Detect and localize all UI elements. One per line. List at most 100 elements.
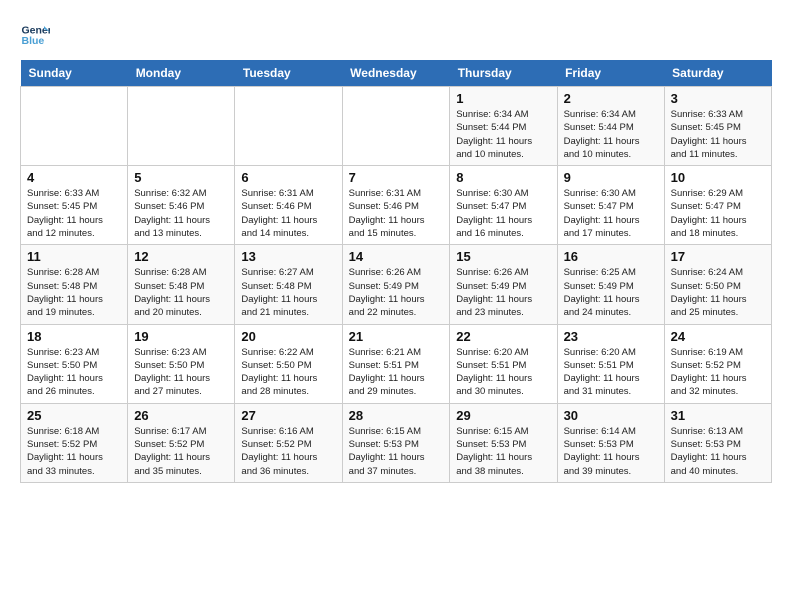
day-info: Sunrise: 6:18 AM Sunset: 5:52 PM Dayligh… bbox=[27, 425, 121, 478]
calendar-table: SundayMondayTuesdayWednesdayThursdayFrid… bbox=[20, 60, 772, 483]
day-info: Sunrise: 6:16 AM Sunset: 5:52 PM Dayligh… bbox=[241, 425, 335, 478]
day-cell: 24 Sunrise: 6:19 AM Sunset: 5:52 PM Dayli… bbox=[664, 324, 771, 403]
day-number: 16 bbox=[564, 249, 658, 264]
day-info: Sunrise: 6:29 AM Sunset: 5:47 PM Dayligh… bbox=[671, 187, 765, 240]
day-number: 26 bbox=[134, 408, 228, 423]
day-cell bbox=[21, 87, 128, 166]
day-number: 10 bbox=[671, 170, 765, 185]
day-info: Sunrise: 6:20 AM Sunset: 5:51 PM Dayligh… bbox=[564, 346, 658, 399]
day-info: Sunrise: 6:30 AM Sunset: 5:47 PM Dayligh… bbox=[564, 187, 658, 240]
day-info: Sunrise: 6:28 AM Sunset: 5:48 PM Dayligh… bbox=[27, 266, 121, 319]
day-info: Sunrise: 6:21 AM Sunset: 5:51 PM Dayligh… bbox=[349, 346, 444, 399]
header-saturday: Saturday bbox=[664, 60, 771, 87]
day-cell bbox=[128, 87, 235, 166]
day-info: Sunrise: 6:17 AM Sunset: 5:52 PM Dayligh… bbox=[134, 425, 228, 478]
day-cell: 23 Sunrise: 6:20 AM Sunset: 5:51 PM Dayli… bbox=[557, 324, 664, 403]
day-number: 25 bbox=[27, 408, 121, 423]
day-cell: 1Sunrise: 6:34 AM Sunset: 5:44 PM Daylig… bbox=[450, 87, 557, 166]
day-info: Sunrise: 6:14 AM Sunset: 5:53 PM Dayligh… bbox=[564, 425, 658, 478]
day-number: 23 bbox=[564, 329, 658, 344]
day-number: 21 bbox=[349, 329, 444, 344]
day-cell bbox=[235, 87, 342, 166]
week-row-3: 11 Sunrise: 6:28 AM Sunset: 5:48 PM Dayli… bbox=[21, 245, 772, 324]
day-number: 15 bbox=[456, 249, 550, 264]
day-cell: 5Sunrise: 6:32 AM Sunset: 5:46 PM Daylig… bbox=[128, 166, 235, 245]
day-info: Sunrise: 6:28 AM Sunset: 5:48 PM Dayligh… bbox=[134, 266, 228, 319]
day-cell: 22 Sunrise: 6:20 AM Sunset: 5:51 PM Dayli… bbox=[450, 324, 557, 403]
day-info: Sunrise: 6:23 AM Sunset: 5:50 PM Dayligh… bbox=[27, 346, 121, 399]
day-cell: 10 Sunrise: 6:29 AM Sunset: 5:47 PM Dayli… bbox=[664, 166, 771, 245]
day-number: 12 bbox=[134, 249, 228, 264]
day-number: 20 bbox=[241, 329, 335, 344]
svg-text:Blue: Blue bbox=[22, 35, 45, 47]
day-cell: 15 Sunrise: 6:26 AM Sunset: 5:49 PM Dayli… bbox=[450, 245, 557, 324]
day-info: Sunrise: 6:31 AM Sunset: 5:46 PM Dayligh… bbox=[241, 187, 335, 240]
day-number: 30 bbox=[564, 408, 658, 423]
day-info: Sunrise: 6:27 AM Sunset: 5:48 PM Dayligh… bbox=[241, 266, 335, 319]
day-cell: 18Sunrise: 6:23 AM Sunset: 5:50 PM Dayli… bbox=[21, 324, 128, 403]
day-number: 24 bbox=[671, 329, 765, 344]
week-row-1: 1Sunrise: 6:34 AM Sunset: 5:44 PM Daylig… bbox=[21, 87, 772, 166]
day-number: 11 bbox=[27, 249, 121, 264]
day-number: 9 bbox=[564, 170, 658, 185]
day-cell: 29 Sunrise: 6:15 AM Sunset: 5:53 PM Dayli… bbox=[450, 403, 557, 482]
day-info: Sunrise: 6:20 AM Sunset: 5:51 PM Dayligh… bbox=[456, 346, 550, 399]
day-cell bbox=[342, 87, 450, 166]
header-thursday: Thursday bbox=[450, 60, 557, 87]
day-cell: 14 Sunrise: 6:26 AM Sunset: 5:49 PM Dayli… bbox=[342, 245, 450, 324]
day-cell: 6 Sunrise: 6:31 AM Sunset: 5:46 PM Daylig… bbox=[235, 166, 342, 245]
day-cell: 3Sunrise: 6:33 AM Sunset: 5:45 PM Daylig… bbox=[664, 87, 771, 166]
week-row-5: 25 Sunrise: 6:18 AM Sunset: 5:52 PM Dayli… bbox=[21, 403, 772, 482]
day-number: 6 bbox=[241, 170, 335, 185]
week-row-2: 4 Sunrise: 6:33 AM Sunset: 5:45 PM Daylig… bbox=[21, 166, 772, 245]
page-header: General Blue bbox=[20, 20, 772, 50]
day-cell: 20 Sunrise: 6:22 AM Sunset: 5:50 PM Dayli… bbox=[235, 324, 342, 403]
day-number: 1 bbox=[456, 91, 550, 106]
header-wednesday: Wednesday bbox=[342, 60, 450, 87]
day-cell: 28Sunrise: 6:15 AM Sunset: 5:53 PM Dayli… bbox=[342, 403, 450, 482]
day-cell: 16Sunrise: 6:25 AM Sunset: 5:49 PM Dayli… bbox=[557, 245, 664, 324]
week-row-4: 18Sunrise: 6:23 AM Sunset: 5:50 PM Dayli… bbox=[21, 324, 772, 403]
day-number: 17 bbox=[671, 249, 765, 264]
logo-icon: General Blue bbox=[20, 20, 50, 50]
day-number: 3 bbox=[671, 91, 765, 106]
day-cell: 2Sunrise: 6:34 AM Sunset: 5:44 PM Daylig… bbox=[557, 87, 664, 166]
day-number: 22 bbox=[456, 329, 550, 344]
day-info: Sunrise: 6:26 AM Sunset: 5:49 PM Dayligh… bbox=[456, 266, 550, 319]
header-sunday: Sunday bbox=[21, 60, 128, 87]
day-cell: 19Sunrise: 6:23 AM Sunset: 5:50 PM Dayli… bbox=[128, 324, 235, 403]
day-number: 7 bbox=[349, 170, 444, 185]
day-number: 2 bbox=[564, 91, 658, 106]
header-tuesday: Tuesday bbox=[235, 60, 342, 87]
day-cell: 30 Sunrise: 6:14 AM Sunset: 5:53 PM Dayli… bbox=[557, 403, 664, 482]
day-info: Sunrise: 6:19 AM Sunset: 5:52 PM Dayligh… bbox=[671, 346, 765, 399]
day-cell: 31Sunrise: 6:13 AM Sunset: 5:53 PM Dayli… bbox=[664, 403, 771, 482]
day-cell: 11 Sunrise: 6:28 AM Sunset: 5:48 PM Dayli… bbox=[21, 245, 128, 324]
day-number: 29 bbox=[456, 408, 550, 423]
day-info: Sunrise: 6:22 AM Sunset: 5:50 PM Dayligh… bbox=[241, 346, 335, 399]
day-number: 4 bbox=[27, 170, 121, 185]
day-info: Sunrise: 6:33 AM Sunset: 5:45 PM Dayligh… bbox=[27, 187, 121, 240]
day-cell: 9 Sunrise: 6:30 AM Sunset: 5:47 PM Daylig… bbox=[557, 166, 664, 245]
day-cell: 27 Sunrise: 6:16 AM Sunset: 5:52 PM Dayli… bbox=[235, 403, 342, 482]
day-cell: 13 Sunrise: 6:27 AM Sunset: 5:48 PM Dayli… bbox=[235, 245, 342, 324]
day-number: 8 bbox=[456, 170, 550, 185]
day-number: 13 bbox=[241, 249, 335, 264]
day-cell: 26 Sunrise: 6:17 AM Sunset: 5:52 PM Dayli… bbox=[128, 403, 235, 482]
day-cell: 25 Sunrise: 6:18 AM Sunset: 5:52 PM Dayli… bbox=[21, 403, 128, 482]
day-info: Sunrise: 6:15 AM Sunset: 5:53 PM Dayligh… bbox=[456, 425, 550, 478]
day-info: Sunrise: 6:13 AM Sunset: 5:53 PM Dayligh… bbox=[671, 425, 765, 478]
day-info: Sunrise: 6:23 AM Sunset: 5:50 PM Dayligh… bbox=[134, 346, 228, 399]
day-cell: 4 Sunrise: 6:33 AM Sunset: 5:45 PM Daylig… bbox=[21, 166, 128, 245]
day-cell: 17Sunrise: 6:24 AM Sunset: 5:50 PM Dayli… bbox=[664, 245, 771, 324]
day-cell: 21 Sunrise: 6:21 AM Sunset: 5:51 PM Dayli… bbox=[342, 324, 450, 403]
day-cell: 12 Sunrise: 6:28 AM Sunset: 5:48 PM Dayli… bbox=[128, 245, 235, 324]
logo: General Blue bbox=[20, 20, 54, 50]
header-friday: Friday bbox=[557, 60, 664, 87]
day-info: Sunrise: 6:30 AM Sunset: 5:47 PM Dayligh… bbox=[456, 187, 550, 240]
day-number: 14 bbox=[349, 249, 444, 264]
day-info: Sunrise: 6:26 AM Sunset: 5:49 PM Dayligh… bbox=[349, 266, 444, 319]
day-cell: 7Sunrise: 6:31 AM Sunset: 5:46 PM Daylig… bbox=[342, 166, 450, 245]
day-number: 27 bbox=[241, 408, 335, 423]
day-info: Sunrise: 6:15 AM Sunset: 5:53 PM Dayligh… bbox=[349, 425, 444, 478]
